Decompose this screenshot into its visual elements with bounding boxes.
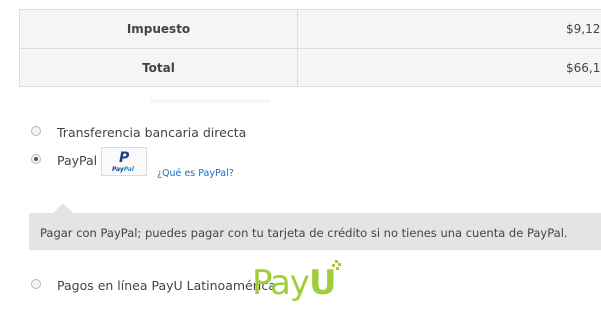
tax-value-cell: $9,12: [297, 9, 601, 49]
option-label-bank-transfer[interactable]: Transferencia bancaria directa: [57, 125, 246, 140]
total-value-cell: $66,1: [297, 48, 601, 87]
tax-value: $9,12: [566, 22, 601, 36]
option-label-paypal[interactable]: PayPal: [57, 153, 97, 168]
table-row-tax: Impuesto $9,12: [19, 9, 601, 49]
description-pointer: [53, 203, 73, 213]
order-totals-table: Impuesto $9,12 Total $66,1: [19, 9, 601, 87]
paypal-logo: P PayPal: [101, 147, 147, 176]
total-label: Total: [19, 48, 298, 87]
paypal-logo-wordmark: PayPal: [112, 166, 134, 173]
payu-logo: PayU: [252, 263, 337, 303]
payu-logo-dots: [329, 260, 341, 274]
table-row-total: Total $66,1: [19, 48, 601, 87]
section-divider: [150, 100, 270, 104]
paypal-description-text: Pagar con PayPal; puedes pagar con tu ta…: [40, 226, 568, 240]
paypal-logo-mark: P: [119, 150, 130, 166]
what-is-paypal-link[interactable]: ¿Qué es PayPal?: [157, 168, 234, 179]
option-label-payu[interactable]: Pagos en línea PayU Latinoamérica: [57, 278, 276, 293]
tax-label: Impuesto: [19, 9, 298, 49]
radio-payu[interactable]: [31, 279, 41, 289]
payu-logo-pay: Pay: [252, 263, 310, 303]
total-value: $66,1: [566, 60, 601, 75]
radio-paypal[interactable]: [31, 154, 41, 164]
radio-bank-transfer[interactable]: [31, 126, 41, 136]
